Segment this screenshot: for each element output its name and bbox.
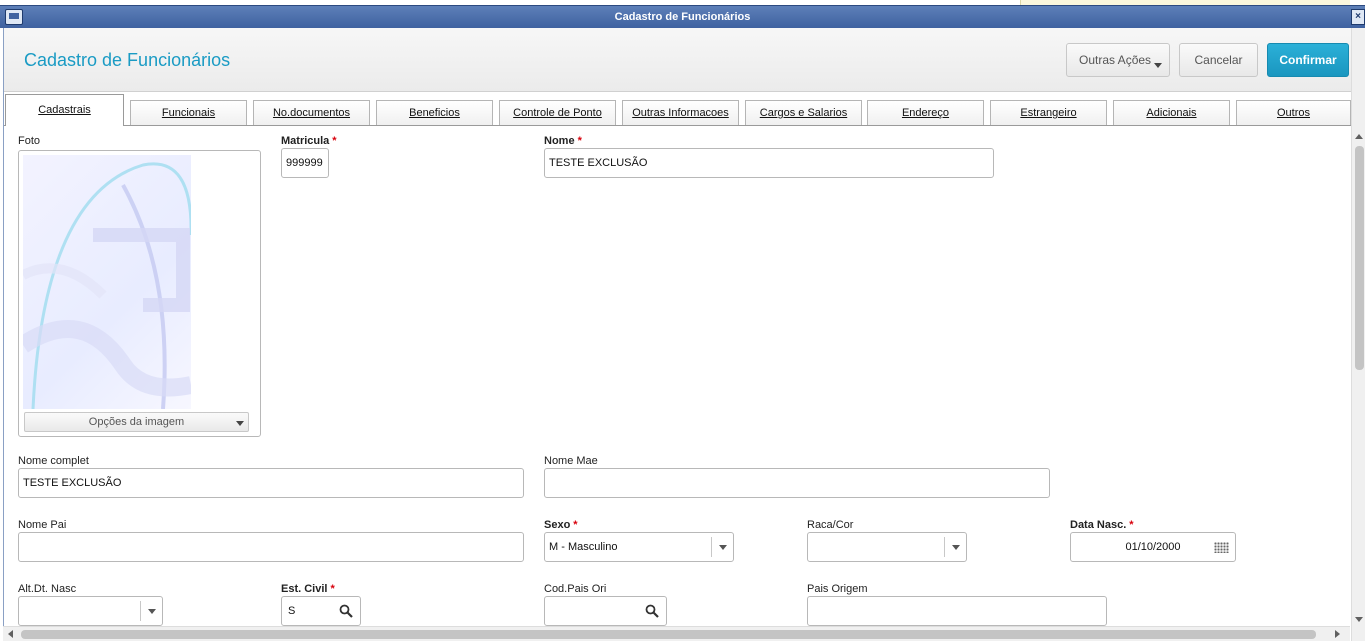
pais-origem-field[interactable] (807, 596, 1107, 626)
cancel-button[interactable]: Cancelar (1179, 43, 1258, 77)
tab-beneficios[interactable]: Beneficios (376, 100, 493, 125)
data-nasc-value: 01/10/2000 (1125, 541, 1181, 553)
est-civil-field[interactable]: S (281, 596, 361, 626)
tab-bar: Cadastrais Funcionais No.documentos Bene… (4, 94, 1351, 126)
scroll-down-icon[interactable] (1355, 617, 1363, 622)
tab-endereco[interactable]: Endereço (867, 100, 984, 125)
nome-mae-field[interactable] (544, 468, 1050, 498)
raca-cor-select[interactable] (807, 532, 967, 562)
chevron-down-icon[interactable] (944, 537, 966, 557)
window-title: Cadastro de Funcionários (614, 11, 751, 23)
matricula-label-text: Matricula (281, 135, 330, 147)
other-actions-label: Outras Ações (1079, 53, 1152, 67)
tab-cargos-e-salarios[interactable]: Cargos e Salarios (745, 100, 862, 125)
data-nasc-label: Data Nasc. * (1070, 519, 1134, 531)
chevron-down-icon[interactable] (711, 537, 733, 557)
image-options-button[interactable]: Opções da imagem (24, 412, 249, 432)
photo-placeholder-image (23, 155, 191, 409)
chevron-down-icon[interactable] (140, 601, 162, 621)
form-content: Foto Opções da imagem Matricula * 999999 … (4, 127, 1339, 627)
matricula-label: Matricula * (281, 135, 337, 147)
horizontal-scroll-thumb[interactable] (21, 630, 1316, 639)
vertical-scroll-thumb[interactable] (1355, 146, 1364, 370)
nome-mae-label: Nome Mae (544, 455, 598, 467)
caret-down-icon (1154, 63, 1162, 68)
other-actions-button[interactable]: Outras Ações (1066, 43, 1170, 77)
nome-pai-field[interactable] (18, 532, 524, 562)
nome-label-text: Nome (544, 135, 575, 147)
tab-funcionais[interactable]: Funcionais (130, 100, 247, 125)
est-civil-label: Est. Civil * (281, 583, 335, 595)
tab-cadastrais[interactable]: Cadastrais (5, 94, 124, 126)
nome-label: Nome * (544, 135, 582, 147)
image-options-label: Opções da imagem (88, 416, 185, 428)
required-marker: * (573, 519, 578, 531)
vertical-scrollbar[interactable] (1351, 28, 1365, 641)
caret-down-icon (236, 421, 244, 426)
tab-estrangeiro[interactable]: Estrangeiro (990, 100, 1107, 125)
cod-pais-ori-field[interactable] (544, 596, 667, 626)
tab-outros[interactable]: Outros (1236, 100, 1351, 125)
required-marker: * (330, 583, 335, 595)
nome-field[interactable]: TESTE EXCLUSÃO (544, 148, 994, 178)
foto-label: Foto (18, 135, 41, 147)
tab-outras-informacoes[interactable]: Outras Informacoes (622, 100, 739, 125)
raca-cor-label: Raca/Cor (807, 519, 854, 531)
required-marker: * (332, 135, 337, 147)
nome-complet-label: Nome complet (18, 455, 89, 467)
alt-dt-nasc-select[interactable] (18, 596, 163, 626)
scroll-left-icon[interactable] (8, 630, 13, 638)
tab-controle-de-ponto[interactable]: Controle de Ponto (499, 100, 616, 125)
form-header: Cadastro de Funcionários Outras Ações Ca… (4, 28, 1351, 92)
sexo-select[interactable]: M - Masculino (544, 532, 734, 562)
close-icon[interactable]: × (1351, 9, 1365, 25)
est-civil-value: S (288, 605, 296, 617)
photo-panel: Opções da imagem (18, 150, 261, 437)
window-titlebar: Cadastro de Funcionários × (0, 5, 1365, 28)
page-title: Cadastro de Funcionários (24, 50, 231, 70)
alt-dt-nasc-label: Alt.Dt. Nasc (18, 583, 77, 595)
horizontal-scrollbar[interactable] (3, 626, 1350, 641)
cod-pais-ori-label: Cod.Pais Ori (544, 583, 607, 595)
search-icon[interactable] (339, 604, 353, 618)
confirm-button[interactable]: Confirmar (1267, 43, 1349, 77)
sexo-value: M - Masculino (549, 541, 618, 553)
nome-pai-label: Nome Pai (18, 519, 67, 531)
tab-adicionais[interactable]: Adicionais (1113, 100, 1230, 125)
nome-complet-field[interactable]: TESTE EXCLUSÃO (18, 468, 524, 498)
app-icon[interactable] (5, 9, 23, 25)
data-nasc-label-text: Data Nasc. (1070, 519, 1127, 531)
scroll-right-icon[interactable] (1335, 630, 1340, 638)
sexo-label: Sexo * (544, 519, 578, 531)
data-nasc-field[interactable]: 01/10/2000 (1070, 532, 1236, 562)
search-icon[interactable] (645, 604, 659, 618)
pais-origem-label: Pais Origem (807, 583, 868, 595)
scroll-up-icon[interactable] (1355, 134, 1363, 139)
form-window: Cadastro de Funcionários Outras Ações Ca… (3, 28, 1351, 641)
est-civil-label-text: Est. Civil (281, 583, 328, 595)
calendar-icon[interactable] (1214, 542, 1229, 553)
sexo-label-text: Sexo (544, 519, 571, 531)
matricula-field[interactable]: 999999 (281, 148, 329, 178)
tab-no-documentos[interactable]: No.documentos (253, 100, 370, 125)
required-marker: * (1129, 519, 1134, 531)
required-marker: * (577, 135, 582, 147)
